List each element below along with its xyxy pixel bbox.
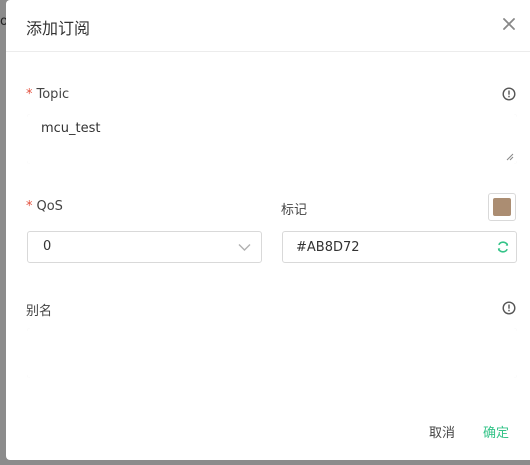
alias-input-wrapper — [27, 328, 517, 378]
qos-label: * QoS — [26, 199, 63, 214]
chevron-down-icon — [238, 244, 251, 251]
dialog-header: 添加订阅 — [6, 0, 530, 52]
color-swatch — [493, 198, 511, 216]
refresh-icon[interactable] — [496, 240, 510, 254]
topic-input[interactable]: mcu_test — [27, 114, 517, 164]
resize-grip-icon[interactable] — [506, 153, 514, 161]
topic-label: * Topic — [26, 87, 69, 102]
required-mark: * — [26, 199, 33, 214]
color-input-wrapper — [282, 231, 517, 263]
watermark: CSDN @小白在学习_ — [332, 439, 490, 458]
add-subscription-dialog: 添加订阅 * Topic mcu_test * QoS 0 标记 #AB8D72… — [6, 0, 530, 460]
topic-input-wrapper: mcu_test — [27, 114, 517, 164]
alias-label: 别名 — [26, 304, 53, 319]
color-picker-button[interactable] — [488, 193, 516, 221]
topic-label-text: Topic — [36, 87, 70, 102]
info-circle-icon[interactable] — [502, 301, 516, 315]
qos-selected-value: 0 — [43, 239, 52, 254]
qos-label-text: QoS — [36, 199, 63, 214]
alias-input[interactable] — [27, 328, 517, 378]
qos-select[interactable]: 0 — [27, 231, 262, 263]
color-label: 标记 — [281, 203, 308, 218]
color-input[interactable] — [282, 231, 482, 263]
info-circle-icon[interactable] — [502, 87, 516, 101]
close-icon[interactable] — [499, 14, 519, 34]
dialog-title: 添加订阅 — [26, 19, 91, 38]
required-mark: * — [26, 87, 33, 102]
